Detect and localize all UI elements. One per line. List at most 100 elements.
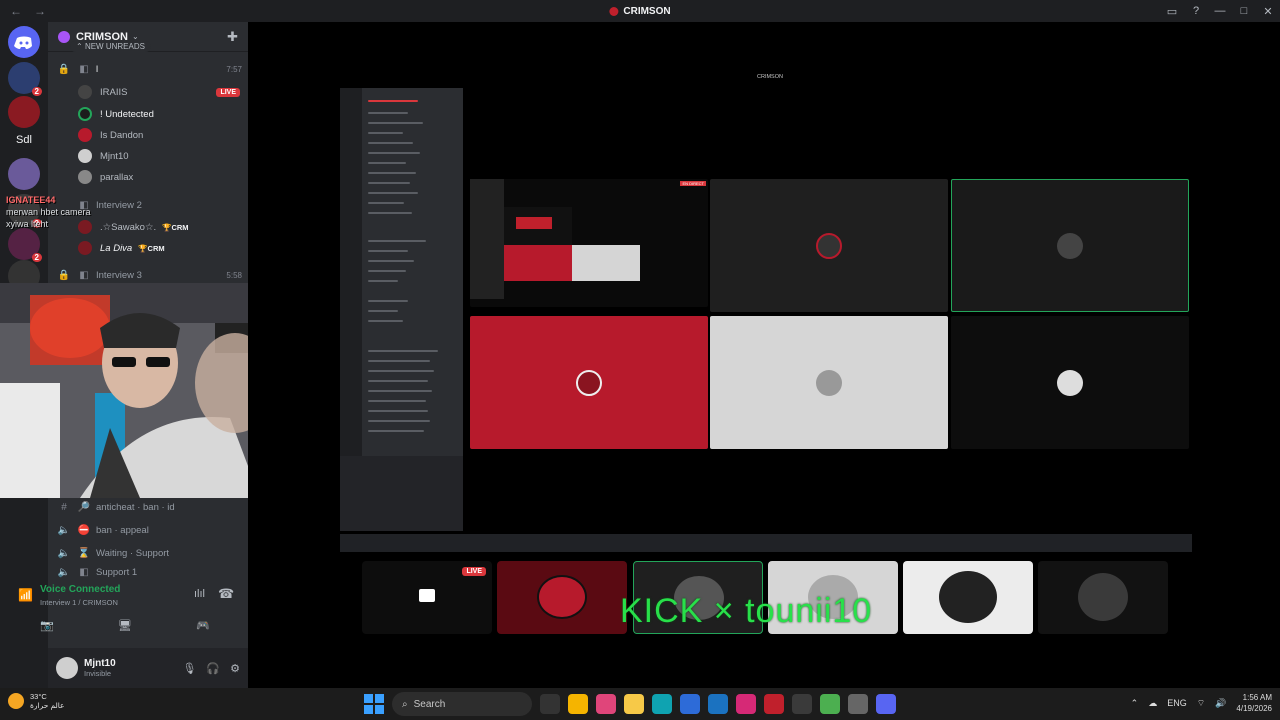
help-icon[interactable]: ?: [1184, 5, 1208, 17]
avatar: [816, 369, 842, 396]
signal-icon: 📶: [18, 588, 33, 602]
stream-chat-overlay: IGNATEE44 merwan hbet camera xyiwa lteht: [6, 195, 91, 229]
settings-icon[interactable]: [848, 694, 868, 714]
store-icon[interactable]: [680, 694, 700, 714]
volume-icon[interactable]: 🔊: [1215, 698, 1226, 709]
screen-share-icon[interactable]: 🖥: [118, 619, 132, 632]
hash-icon: #: [61, 501, 67, 513]
avatar: [78, 85, 92, 99]
clock[interactable]: 1:56 AM 4/19/2026: [1236, 692, 1272, 714]
mini-discord-window: [340, 88, 463, 531]
avatar: [939, 571, 997, 623]
server-badge-icon: [58, 30, 70, 43]
live-badge: LIVE: [216, 87, 240, 97]
disconnect-icon[interactable]: ☎: [218, 586, 234, 602]
voice-user[interactable]: Is Dandon: [78, 126, 143, 144]
new-unreads-pill[interactable]: ⌃ NEW UNREADS: [70, 41, 151, 52]
participant-tile[interactable]: [470, 316, 708, 449]
discord-icon[interactable]: [876, 694, 896, 714]
app-icon[interactable]: [708, 694, 728, 714]
close-button[interactable]: ✕: [1256, 5, 1280, 18]
voice-user[interactable]: IRAIIS LIVE: [78, 83, 240, 101]
title-bar: ← → CRIMSON ▭ ? — □ ✕: [0, 0, 1280, 22]
avatar[interactable]: [56, 657, 78, 679]
app-icon[interactable]: [792, 694, 812, 714]
inbox-icon[interactable]: ▭: [1160, 5, 1184, 18]
activities-icon[interactable]: 🎮: [196, 619, 210, 632]
add-member-icon[interactable]: ✚: [227, 29, 238, 45]
avatar: [78, 128, 92, 142]
avatar: [816, 232, 842, 259]
screen-share-tile[interactable]: EN DIRECT: [470, 179, 708, 307]
voice-controls: 📷 🖥 🎮: [8, 614, 242, 636]
minimize-button[interactable]: —: [1208, 5, 1232, 17]
voice-channel-icon: ◧: [79, 269, 89, 281]
windows-taskbar: 33°C عالم حرارة ⌕ Search ⌃ ☁ ENG ⌔ 🔊 1:5…: [0, 688, 1280, 720]
system-tray: ⌃ ☁ ENG ⌔ 🔊 1:56 AM 4/19/2026: [1131, 692, 1272, 714]
nested-screen-share: CRIMSON EN DIRECT: [340, 74, 1200, 574]
voice-channel[interactable]: 🔒 ◧ l 7:57: [56, 59, 242, 79]
camera-off-icon[interactable]: 📷: [40, 619, 54, 632]
chevron-up-icon[interactable]: ⌃: [1131, 698, 1139, 709]
participant-tile[interactable]: [951, 316, 1189, 449]
screen-share-icon: [419, 589, 435, 602]
voice-channel[interactable]: 🔈 ⛔ ban · appeal: [56, 520, 242, 540]
participant-tile[interactable]: [497, 561, 627, 634]
lock-icon: 🔒: [57, 63, 71, 75]
wifi-icon[interactable]: ⌔: [1197, 698, 1205, 709]
participant-tile[interactable]: [1038, 561, 1168, 634]
language-indicator[interactable]: ENG: [1167, 698, 1187, 708]
speaker-icon: 🔈: [57, 547, 71, 559]
server-label[interactable]: Sdl: [8, 130, 40, 150]
voice-user[interactable]: La Diva 🏆CRM: [78, 239, 165, 257]
forward-arrow-icon[interactable]: →: [34, 4, 46, 18]
user-panel: Mjnt10 Invisible 🎙 🎧 ⚙: [48, 648, 248, 688]
microphone-icon[interactable]: 🎙: [182, 662, 196, 675]
server-icon[interactable]: [8, 96, 40, 128]
participant-tile[interactable]: [951, 179, 1189, 312]
gear-icon[interactable]: ⚙: [230, 662, 240, 675]
no-entry-icon: ⛔: [77, 524, 91, 536]
stream-overlay-text: KICK × tounii10: [620, 592, 873, 630]
voice-user[interactable]: ! Undetected: [78, 105, 154, 123]
avatar: [78, 241, 92, 255]
voice-activity-icon[interactable]: ılıl: [194, 588, 205, 600]
edge-icon[interactable]: [652, 694, 672, 714]
voice-user[interactable]: Mjnt10: [78, 147, 129, 165]
server-icon[interactable]: [8, 158, 40, 190]
avatar: [576, 369, 602, 396]
weather-widget[interactable]: 33°C عالم حرارة: [8, 692, 65, 710]
voice-channel[interactable]: 🔒 ◧ Interview 3 5:58: [56, 265, 242, 285]
participant-tile[interactable]: [710, 179, 948, 312]
windows-start-icon[interactable]: [364, 694, 384, 714]
avatar: [78, 170, 92, 184]
file-explorer-icon[interactable]: [624, 694, 644, 714]
instagram-icon[interactable]: [736, 694, 756, 714]
app-icon[interactable]: [568, 694, 588, 714]
onedrive-icon[interactable]: ☁: [1148, 698, 1157, 709]
participant-tile[interactable]: LIVE: [362, 561, 492, 634]
chevron-down-icon: ⌄: [131, 32, 139, 41]
discord-home-icon[interactable]: [8, 26, 40, 58]
voice-channel[interactable]: 🔈 ⌛ Waiting · Support: [56, 543, 242, 563]
app-icon[interactable]: [596, 694, 616, 714]
app-icon[interactable]: [764, 694, 784, 714]
weather-sun-icon: [8, 693, 24, 709]
participant-tile[interactable]: [710, 316, 948, 449]
nested-window-title: CRIMSON: [757, 74, 783, 80]
headphones-icon[interactable]: 🎧: [206, 662, 220, 675]
maximize-button[interactable]: □: [1232, 5, 1256, 17]
text-channel[interactable]: # 🔎 anticheat · ban · id: [56, 497, 242, 517]
participant-tile[interactable]: [903, 561, 1033, 634]
avatar: [1057, 369, 1083, 396]
server-icon[interactable]: 2: [8, 228, 42, 262]
taskbar-search[interactable]: ⌕ Search: [392, 692, 532, 716]
voice-channel[interactable]: 🔈 ◧ Support 1: [56, 566, 242, 578]
window-title: CRIMSON: [609, 6, 671, 17]
back-arrow-icon[interactable]: ←: [10, 4, 22, 18]
search-icon: ⌕: [402, 698, 408, 710]
server-icon[interactable]: 2: [8, 62, 42, 96]
task-view-icon[interactable]: [540, 694, 560, 714]
voice-user[interactable]: parallax: [78, 168, 133, 186]
app-icon[interactable]: [820, 694, 840, 714]
